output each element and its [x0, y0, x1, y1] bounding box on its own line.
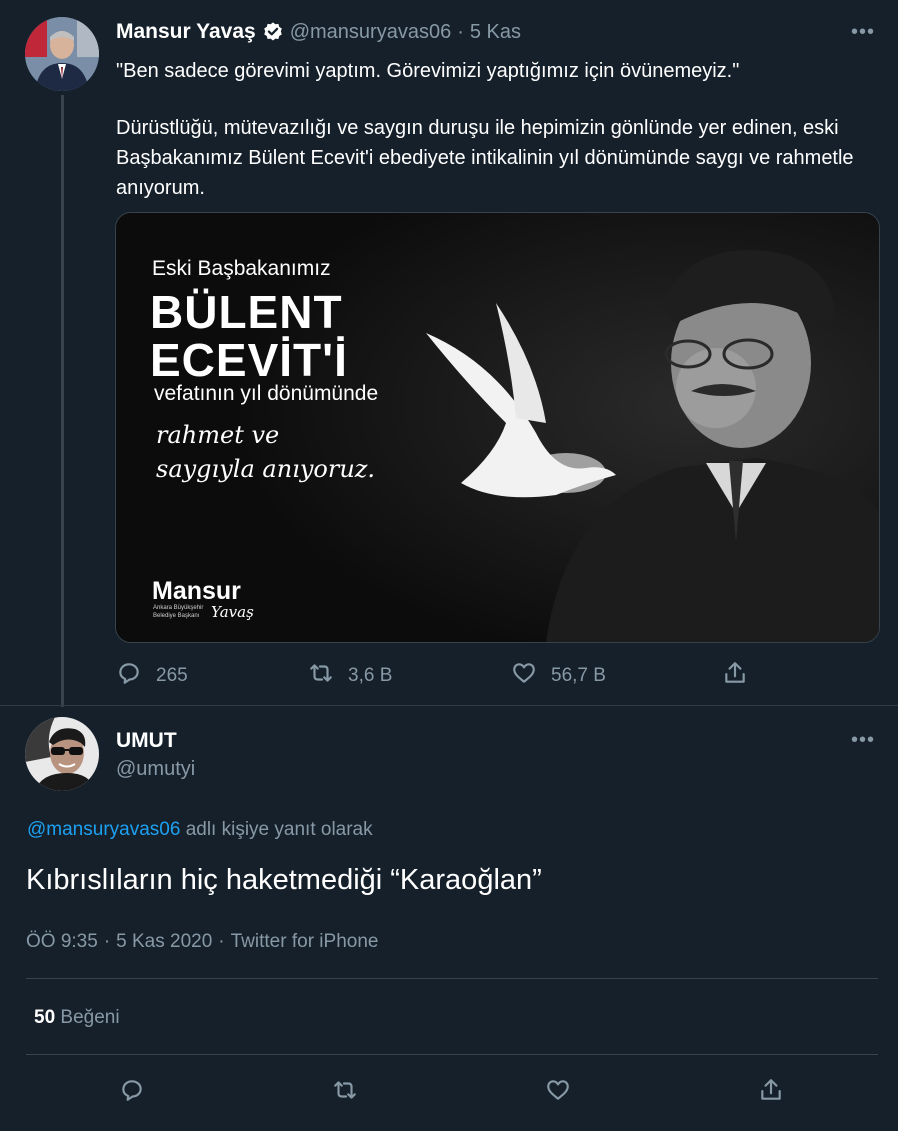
retweet-icon — [308, 660, 334, 692]
tweet2-author-name[interactable]: UMUT — [116, 729, 177, 753]
tweet1-like-button[interactable]: 56,7 B — [511, 660, 606, 692]
share-icon — [722, 660, 748, 692]
tweet2-time[interactable]: ÖÖ 9:35 — [26, 931, 98, 953]
tweet-separator — [0, 705, 898, 706]
mansur-avatar[interactable] — [25, 17, 99, 91]
umut-avatar-image — [25, 717, 99, 791]
image-logo-sub1: Ankara Büyükşehir — [153, 605, 204, 611]
tweet2-reply-button[interactable] — [119, 1077, 145, 1109]
image-script2: saygıyla anıyoruz. — [156, 455, 376, 483]
tweet1-date[interactable]: 5 Kas — [470, 21, 521, 44]
tweet1-retweet-count: 3,6 B — [348, 665, 393, 686]
verified-badge-icon — [262, 21, 284, 43]
tweet2-retweet-button[interactable] — [332, 1077, 358, 1109]
reply-icon — [116, 660, 142, 692]
like-label: Beğeni — [60, 1007, 120, 1028]
retweet-icon — [332, 1077, 358, 1109]
image-logo-sub2: Belediye Başkanı — [153, 613, 200, 619]
tweet2-like-button[interactable] — [545, 1077, 571, 1109]
share-icon — [758, 1077, 784, 1109]
umut-avatar[interactable] — [25, 717, 99, 791]
mansur-avatar-image — [25, 17, 99, 91]
tweet2-share-button[interactable] — [758, 1077, 784, 1109]
tweet1-reply-button[interactable]: 265 — [116, 660, 188, 692]
tweet1-like-count: 56,7 B — [551, 665, 606, 686]
tweet1-separator: · — [457, 20, 464, 43]
reply-to-link[interactable]: @mansuryavas06 — [27, 819, 180, 840]
tweet2-date[interactable]: 5 Kas 2020 — [116, 931, 212, 953]
tweet1-reply-count: 265 — [156, 665, 188, 686]
tweet2-handle[interactable]: @umutyi — [116, 758, 195, 781]
tweet2-source[interactable]: Twitter for iPhone — [231, 931, 379, 953]
heart-icon — [511, 660, 537, 692]
tweet1-handle[interactable]: @mansuryavas06 — [290, 21, 451, 44]
heart-icon — [545, 1077, 571, 1109]
tweet2-meta: ÖÖ 9:35 · 5 Kas 2020 · Twitter for iPhon… — [26, 931, 378, 953]
tweet2-sep1: · — [103, 931, 111, 952]
reply-context: @mansuryavas06 adlı kişiye yanıt olarak — [27, 819, 373, 841]
image-line3: ECEVİT'İ — [150, 334, 348, 386]
tweet1-text-p1: "Ben sadece görevimi yaptım. Görevimizi … — [116, 60, 740, 82]
reply-context-text: adlı kişiye yanıt olarak — [185, 819, 373, 840]
tweet2-text: Kıbrıslıların hiç haketmediği “Karaoğlan… — [26, 864, 542, 896]
image-logo: Mansur — [152, 577, 241, 605]
tweet1-header: Mansur Yavaş @mansuryavas06 · 5 Kas — [116, 20, 521, 44]
reply-icon — [119, 1077, 145, 1109]
meta-divider — [26, 978, 878, 979]
tweet1-retweet-button[interactable]: 3,6 B — [308, 660, 392, 692]
tweet1-image[interactable]: Eski Başbakanımız BÜLENT ECEVİT'İ vefatı… — [115, 212, 880, 643]
like-count: 50 — [34, 1007, 56, 1028]
image-line1: Eski Başbakanımız — [152, 257, 331, 280]
tweet1-share-button[interactable] — [722, 660, 748, 692]
tweet2-sep2: · — [218, 931, 225, 952]
thread-line — [61, 95, 64, 707]
tweet2-more-icon[interactable]: ••• — [851, 729, 875, 752]
image-script1: rahmet ve — [156, 421, 280, 449]
image-line2: BÜLENT — [150, 286, 343, 338]
likes-summary[interactable]: 50 Beğeni — [34, 1007, 120, 1029]
tweet1-text-p2: Dürüstlüğü, mütevazılığı ve saygın duruş… — [116, 117, 854, 199]
stats-divider — [26, 1054, 878, 1055]
tweet1-more-icon[interactable]: ••• — [851, 21, 875, 44]
image-line4: vefatının yıl dönümünde — [154, 382, 379, 405]
tweet1-author-name[interactable]: Mansur Yavaş — [116, 20, 256, 44]
image-logo-script: Yavaş — [211, 603, 254, 621]
